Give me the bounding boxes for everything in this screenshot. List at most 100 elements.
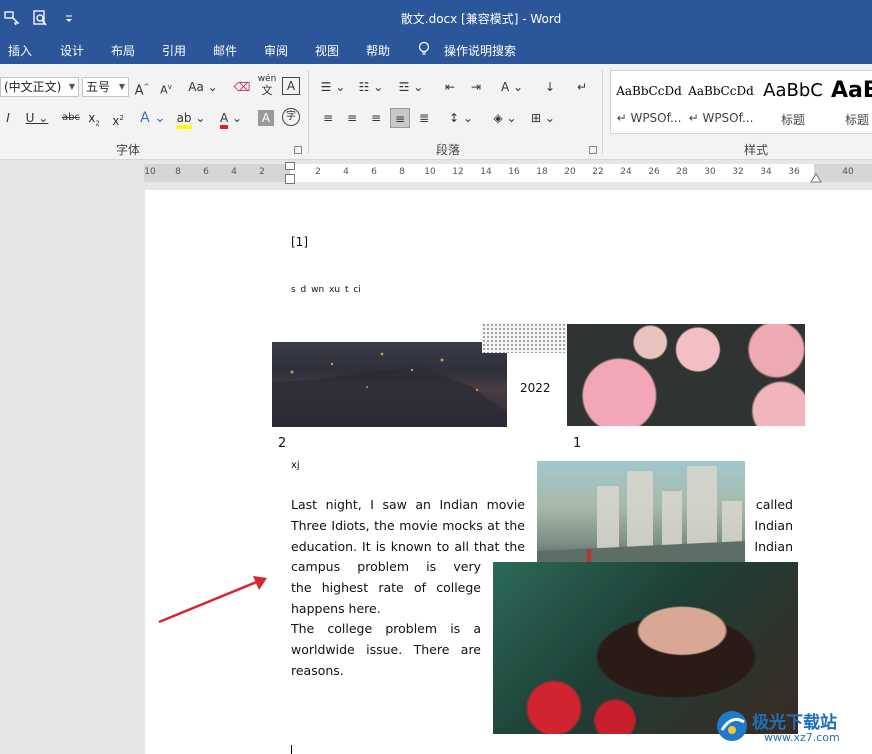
style-name: ↵ WPSOf... [616, 111, 682, 125]
caption-right: 1 [573, 436, 582, 451]
ruler-label: 16 [508, 167, 520, 177]
style-heading-1[interactable]: AaBbC 标题 [759, 71, 827, 133]
text-direction-icon[interactable]: A ⌄ [498, 77, 526, 97]
superscript-icon[interactable]: x2 [110, 108, 126, 128]
ruler-label: 12 [452, 167, 464, 177]
caption-left: 2 [278, 436, 287, 451]
paragraph-1-right: called Indian Indian [745, 495, 793, 557]
text-line: happens here. [291, 600, 381, 616]
text-line: reasons. [291, 662, 344, 678]
clear-format-icon[interactable]: ⌫ [232, 77, 252, 97]
phonetic-guide-icon[interactable]: wén 文 [256, 74, 278, 96]
text-line: worldwide issue. There are many [291, 642, 481, 658]
paragraph-dialog-launcher[interactable] [589, 146, 597, 154]
workspace-margin [0, 160, 144, 754]
font-dialog-launcher[interactable] [294, 146, 302, 154]
text-cursor [291, 745, 292, 754]
increase-indent-icon[interactable]: ⇥ [466, 77, 486, 97]
styles-gallery: AaBbCcDd ↵ WPSOf... AaBbCcDd ↵ WPSOf... … [610, 70, 872, 134]
tab-references[interactable]: 引用 [162, 42, 186, 59]
strikethrough-icon[interactable]: abc [60, 108, 82, 128]
tell-me-search[interactable]: 操作说明搜索 [444, 42, 516, 59]
ruler-label: 4 [231, 167, 237, 177]
align-center-icon[interactable]: ≡ [342, 108, 362, 128]
justify-icon[interactable]: ≡ [390, 108, 410, 128]
text-line: called [755, 497, 793, 512]
site-watermark: 极光下载站 www.xz7.com [714, 706, 864, 748]
bullets-icon[interactable]: ☰ ⌄ [318, 77, 348, 97]
night-city-image[interactable] [272, 342, 507, 427]
font-size-select[interactable]: 五号 ▼ [82, 77, 129, 97]
show-marks-icon[interactable]: ↵ [574, 77, 590, 97]
ruler-label: 28 [676, 167, 688, 177]
ruler-label: 30 [704, 167, 716, 177]
ruler-label: 24 [620, 167, 632, 177]
grow-font-icon[interactable]: A^ [134, 77, 150, 98]
numbering-icon[interactable]: ☷ ⌄ [356, 77, 386, 97]
character-border-icon[interactable]: A [282, 77, 300, 95]
paragraph-1-left: Last night, I saw an Indian movie which … [291, 495, 525, 557]
title-bar: 散文.docx [兼容模式] - Word [0, 0, 872, 36]
city-towers-image[interactable] [537, 461, 745, 578]
italic-icon[interactable]: I [2, 108, 14, 128]
horizontal-ruler[interactable]: 10 8 6 4 2 2 4 6 8 10 12 14 16 18 20 22 … [144, 164, 872, 182]
left-indent-marker[interactable] [285, 174, 295, 184]
ruler-label: 8 [175, 167, 181, 177]
style-wpsoffice-1[interactable]: AaBbCcDd ↵ WPSOf... [615, 71, 683, 133]
ruler-label: 32 [732, 167, 744, 177]
style-heading-2[interactable]: AaB 标题 [831, 71, 872, 133]
watermark-brand: 极光下载站 [752, 713, 837, 733]
separator [602, 70, 603, 154]
group-label-font: 字体 [116, 143, 141, 157]
ruler-label: 2 [259, 167, 265, 177]
text-line: campus problem is very serious, [291, 559, 481, 574]
xj-text: xj [291, 460, 300, 471]
multilevel-list-icon[interactable]: ☲ ⌄ [396, 77, 426, 97]
tab-layout[interactable]: 布局 [111, 42, 135, 59]
tab-review[interactable]: 审阅 [264, 42, 288, 59]
tab-insert[interactable]: 插入 [8, 42, 32, 59]
style-name: ↵ WPSOf... [688, 111, 754, 125]
ruler-label: 22 [592, 167, 604, 177]
align-right-icon[interactable]: ≡ [366, 108, 386, 128]
char-shading-icon[interactable]: A [258, 110, 274, 126]
first-line-indent-marker[interactable] [285, 162, 295, 170]
enclose-char-icon[interactable]: 字 [282, 108, 300, 126]
tab-mailings[interactable]: 邮件 [213, 42, 237, 59]
style-wpsoffice-2[interactable]: AaBbCcDd ↵ WPSOf... [687, 71, 755, 133]
red-arrow-annotation [158, 576, 267, 624]
text-line: education. It is known to all that the [291, 538, 525, 554]
highlight-color-icon[interactable]: ab ⌄ [176, 108, 206, 129]
decrease-indent-icon[interactable]: ⇤ [440, 77, 460, 97]
ribbon: (中文正文) ▼ 五号 ▼ A^ Av Aa ⌄ ⌫ wén 文 A I U ⌄ ab… [0, 64, 872, 160]
font-name-select[interactable]: (中文正文) ▼ [0, 77, 79, 97]
subscript-icon[interactable]: x2 [86, 108, 102, 128]
sort-icon[interactable]: ↓ [540, 77, 560, 97]
text-line: Indian [754, 538, 793, 554]
font-color-icon[interactable]: A ⌄ [216, 108, 246, 129]
ruler-label: 18 [536, 167, 548, 177]
right-indent-marker[interactable] [810, 173, 822, 183]
distributed-icon[interactable]: ≣ [414, 108, 434, 128]
roses-image[interactable] [567, 324, 805, 426]
shrink-font-icon[interactable]: Av [158, 77, 174, 97]
ruler-label: 6 [371, 167, 377, 177]
align-left-icon[interactable]: ≡ [318, 108, 338, 128]
tab-view[interactable]: 视图 [315, 42, 339, 59]
ribbon-tabs: 插入 设计 布局 引用 邮件 审阅 视图 帮助 操作说明搜索 [0, 36, 872, 64]
change-case-button[interactable]: Aa ⌄ [188, 77, 218, 97]
text-effects-icon[interactable]: A ⌄ [140, 108, 166, 128]
dotted-pattern-shape[interactable] [482, 323, 574, 353]
underline-icon[interactable]: U ⌄ [24, 108, 50, 128]
shading-icon[interactable]: ◈ ⌄ [490, 108, 520, 128]
window-title: 散文.docx [兼容模式] - Word [400, 12, 562, 26]
ruler-label: 26 [648, 167, 660, 177]
lightbulb-icon [418, 41, 430, 55]
borders-icon[interactable]: ⊞ ⌄ [528, 108, 558, 128]
group-label-styles: 样式 [744, 143, 769, 157]
line-spacing-icon[interactable]: ↕ ⌄ [446, 108, 476, 128]
tab-help[interactable]: 帮助 [366, 42, 390, 59]
ruler-label: 10 [144, 167, 156, 177]
text-line: Indian [754, 517, 793, 533]
tab-design[interactable]: 设计 [60, 42, 84, 59]
